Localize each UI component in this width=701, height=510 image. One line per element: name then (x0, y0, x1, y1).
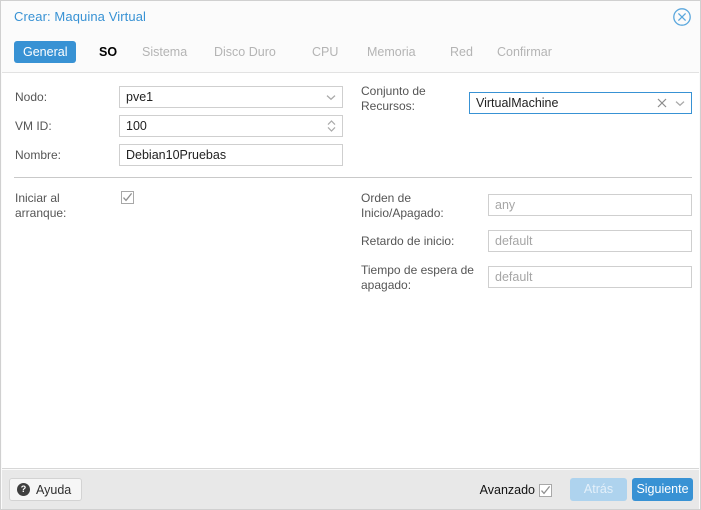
help-button-label: Ayuda (36, 482, 72, 497)
dialog-title: Crear: Maquina Virtual (14, 9, 147, 24)
question-mark-icon: ? (17, 483, 30, 496)
advanced-label: Avanzado (479, 483, 535, 497)
wizard-tabbar: General SO Sistema Disco Duro CPU Memori… (1, 33, 700, 72)
tab-so[interactable]: SO (90, 41, 126, 63)
vmid-input[interactable]: 100 (119, 115, 343, 137)
label-retardo-inicio: Retardo de inicio: (361, 234, 455, 248)
tab-cpu: CPU (312, 45, 339, 59)
label-nombre: Nombre: (15, 148, 62, 162)
label-vm-id: VM ID: (15, 119, 52, 133)
tab-memoria: Memoria (367, 45, 416, 59)
form-panel: Nodo: pve1 VM ID: 100 Nombre: Debian10Pr… (2, 72, 699, 469)
tab-disco-duro: Disco Duro (214, 45, 276, 59)
chevron-down-icon[interactable] (322, 87, 340, 107)
tab-confirmar: Confirmar (497, 45, 552, 59)
vmid-input-value: 100 (126, 119, 147, 133)
startup-order-input[interactable]: any (488, 194, 692, 216)
label-nodo: Nodo: (15, 90, 48, 104)
spinner-arrows-icon[interactable] (322, 116, 340, 136)
dialog-footer: ? Ayuda Avanzado Atrás Siguiente (2, 470, 699, 509)
chevron-down-icon[interactable] (671, 93, 689, 113)
shutdown-timeout-input[interactable]: default (488, 266, 692, 288)
dialog-titlebar: Crear: Maquina Virtual (1, 1, 700, 33)
create-vm-dialog: Crear: Maquina Virtual General SO Sistem… (0, 0, 701, 510)
name-input-value: Debian10Pruebas (126, 148, 227, 162)
name-input[interactable]: Debian10Pruebas (119, 144, 343, 166)
node-select[interactable]: pve1 (119, 86, 343, 108)
help-button[interactable]: ? Ayuda (9, 478, 83, 501)
close-x-icon[interactable] (653, 93, 671, 113)
label-tiempo-espera-apagado: Tiempo de espera de apagado: (361, 263, 474, 292)
advanced-checkbox[interactable] (539, 484, 552, 497)
resource-pool-value: VirtualMachine (476, 96, 559, 110)
back-button: Atrás (570, 478, 627, 501)
node-select-value: pve1 (126, 90, 154, 104)
tab-sistema: Sistema (142, 45, 188, 59)
resource-pool-select[interactable]: VirtualMachine (469, 92, 692, 114)
close-circle-icon[interactable] (672, 7, 692, 27)
start-at-boot-checkbox[interactable] (121, 191, 134, 204)
label-orden-inicio-apagado: Orden de Inicio/Apagado: (361, 191, 444, 220)
next-button[interactable]: Siguiente (632, 478, 693, 501)
tab-general[interactable]: General (14, 41, 77, 63)
label-conjunto-recursos: Conjunto de Recursos: (361, 84, 426, 113)
startup-delay-input[interactable]: default (488, 230, 692, 252)
label-iniciar-arranque: Iniciar al arranque: (15, 191, 67, 220)
tab-red: Red (450, 45, 473, 59)
section-divider (14, 177, 692, 178)
